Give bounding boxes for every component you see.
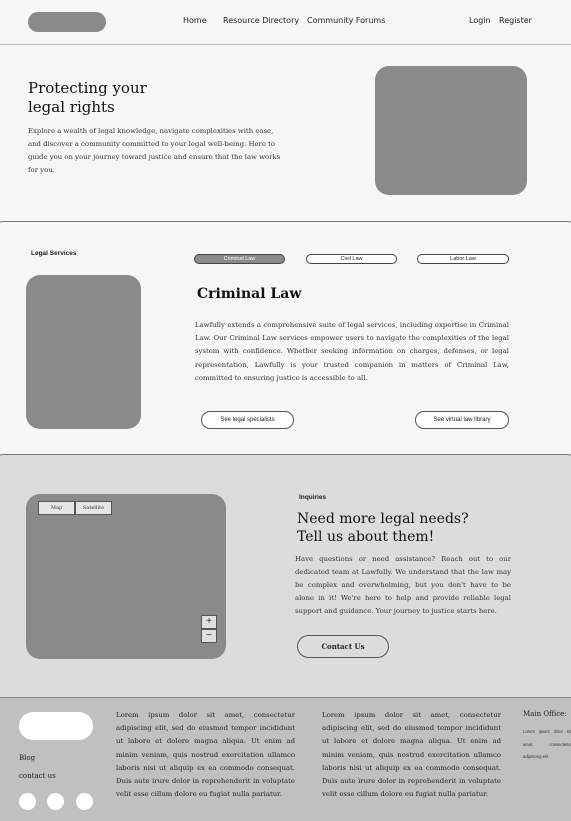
nav-community-forums-link[interactable]: Community Forums	[307, 16, 385, 25]
hero-title-line-1: Protecting your	[28, 79, 147, 97]
tab-civil-law[interactable]: Civil Law	[306, 254, 397, 264]
map-view-button[interactable]: Map	[38, 501, 75, 515]
footer-contact-us-link[interactable]: contact us	[19, 772, 56, 780]
footer-logo-placeholder[interactable]	[19, 712, 93, 740]
see-legal-specialists-button[interactable]: See legal specialists	[201, 411, 294, 429]
inquiries-title-line-1: Need more legal needs?	[297, 511, 469, 527]
register-link[interactable]: Register	[499, 16, 532, 25]
see-virtual-law-library-button[interactable]: See virtual law library	[415, 411, 509, 429]
map-widget[interactable]	[26, 494, 226, 659]
nav-home-link[interactable]: Home	[183, 16, 207, 25]
footer-text-column-2: Lorem ipsum dolor sit amet, consectetur …	[322, 711, 501, 799]
contact-us-button[interactable]: Contact Us	[297, 635, 389, 658]
inquiries-title: Need more legal needs? Tell us about the…	[297, 510, 469, 546]
site-logo[interactable]	[28, 12, 106, 32]
section-label-legal-services: Legal Services	[31, 250, 77, 257]
hero-title-line-2: legal rights	[28, 98, 115, 116]
inquiries-title-line-2: Tell us about them!	[297, 529, 435, 545]
zoom-out-button[interactable]: −	[201, 629, 217, 643]
inquiries-description: Have questions or need assistance? Reach…	[295, 555, 511, 615]
footer-blog-link[interactable]: Blog	[19, 754, 35, 762]
nav-resource-directory-link[interactable]: Resource Directory	[223, 16, 299, 25]
section-label-inquiries: Inquiries	[299, 494, 327, 501]
tab-labor-law[interactable]: Labor Law	[417, 254, 509, 264]
social-icon[interactable]	[47, 793, 64, 810]
hero-image-placeholder	[375, 66, 527, 195]
social-icon[interactable]	[76, 793, 93, 810]
zoom-in-button[interactable]: +	[201, 615, 217, 629]
satellite-view-button[interactable]: Satellite	[75, 501, 112, 515]
service-image-placeholder	[26, 275, 141, 429]
login-link[interactable]: Login	[469, 16, 491, 25]
service-title: Criminal Law	[197, 286, 302, 302]
social-icon[interactable]	[19, 793, 36, 810]
hero-description: Explore a wealth of legal knowledge, nav…	[28, 127, 281, 174]
tab-criminal-law[interactable]: Criminal Law	[194, 254, 285, 264]
footer-text-column-1: Lorem ipsum dolor sit amet, consectetur …	[116, 711, 295, 799]
hero-title: Protecting your legal rights	[28, 79, 147, 117]
main-office-heading: Main Office:	[523, 710, 567, 718]
service-description: Lawfully extends a comprehensive suite o…	[195, 321, 509, 382]
main-office-address: Lorem ipsum dolor sit amet, consectetur …	[523, 729, 571, 759]
